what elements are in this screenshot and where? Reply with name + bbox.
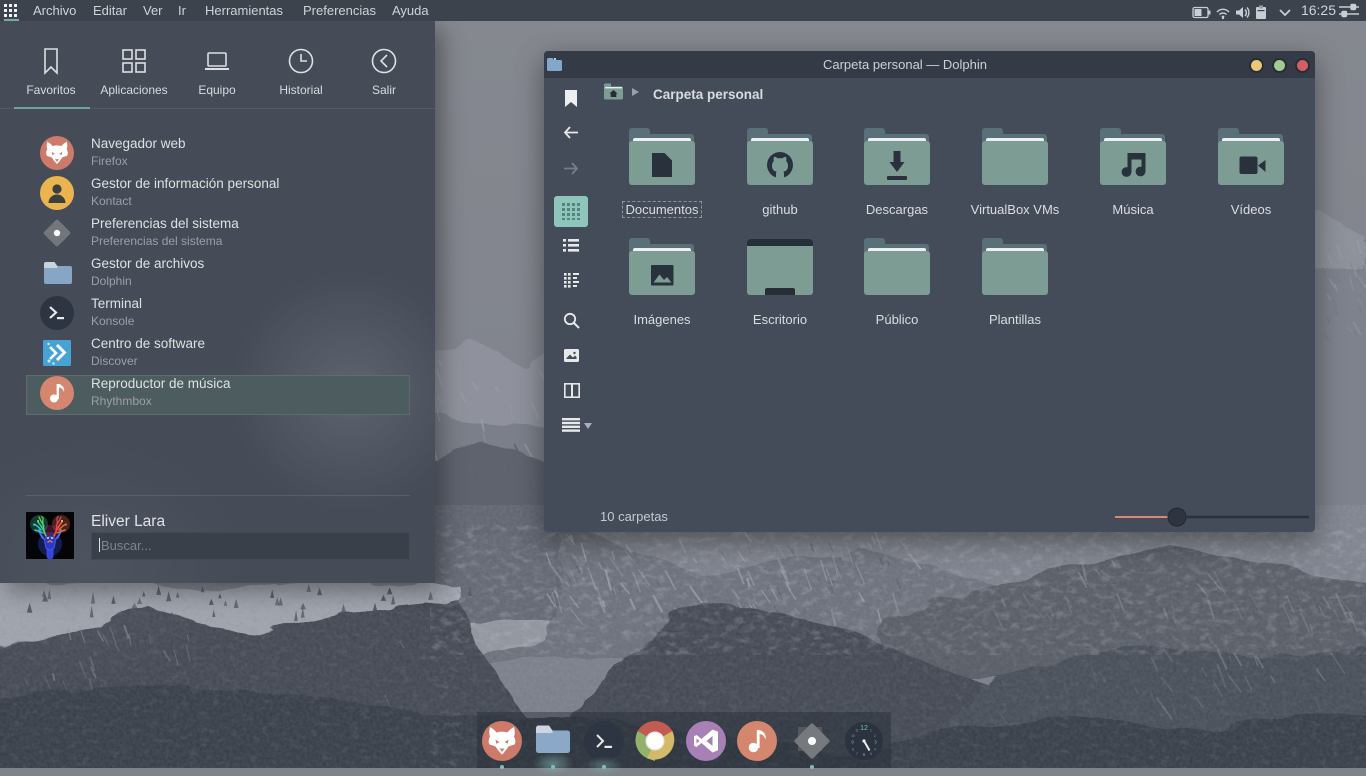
svg-text:11: 11	[855, 729, 859, 733]
svg-text:2: 2	[874, 734, 876, 738]
svg-text:7: 7	[856, 752, 858, 756]
svg-text:8: 8	[852, 748, 854, 752]
svg-text:10: 10	[851, 734, 855, 738]
svg-text:4: 4	[874, 748, 876, 752]
svg-text:5: 5	[870, 752, 872, 756]
svg-text:12: 12	[860, 725, 868, 732]
svg-text:1: 1	[870, 729, 872, 733]
